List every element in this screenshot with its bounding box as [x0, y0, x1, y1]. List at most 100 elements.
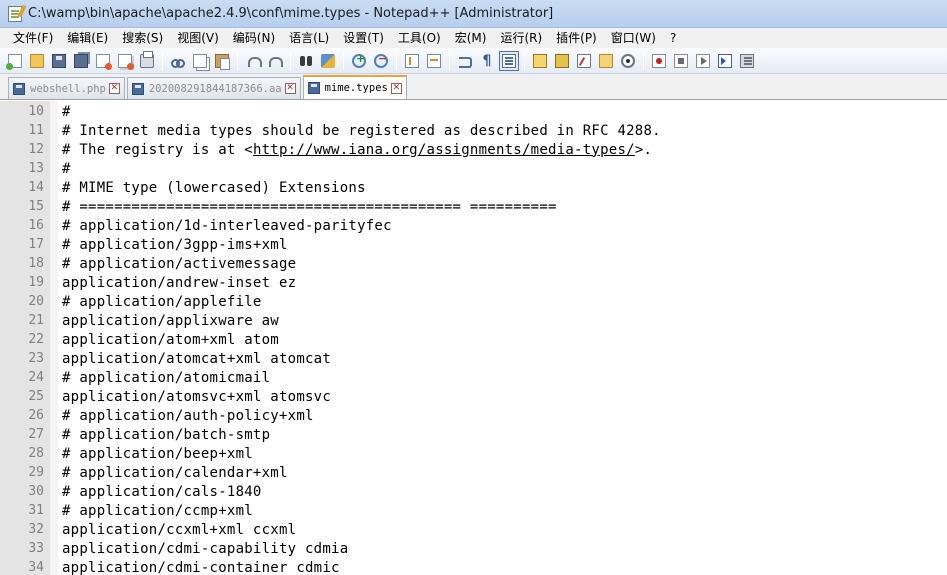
line-number: 21	[28, 313, 44, 328]
tab-aa-file[interactable]: 2020082918441873​66.aa ✕	[126, 77, 301, 99]
copy-button[interactable]	[190, 51, 210, 71]
user-defined-language-button[interactable]	[530, 51, 550, 71]
menu-help[interactable]: ?	[663, 28, 683, 48]
redo-button[interactable]	[265, 51, 285, 71]
editor-line[interactable]: 31 # application/ccmp+xml	[0, 501, 947, 520]
tab-mime-types[interactable]: mime.types ✕	[302, 75, 407, 99]
menu-edit[interactable]: 编辑(E)	[60, 28, 115, 48]
replace-icon	[321, 53, 335, 68]
editor-line[interactable]: 27 # application/batch-smtp	[0, 425, 947, 444]
close-tab-icon[interactable]: ✕	[284, 83, 296, 94]
folder-as-workspace-button[interactable]	[596, 51, 616, 71]
editor-line[interactable]: 17 # application/3gpp-ims+xml	[0, 235, 947, 254]
document-map-button[interactable]	[552, 51, 572, 71]
editor-line[interactable]: 21 application/applixware aw	[0, 311, 947, 330]
line-number: 16	[28, 218, 44, 233]
editor-line[interactable]: 24 # application/atomicmail	[0, 368, 947, 387]
editor-line[interactable]: 33 application/cdmi-capability cdmia	[0, 539, 947, 558]
editor-line[interactable]: 12 # The registry is at <http://www.iana.…	[0, 140, 947, 159]
run-macro-multiple-button[interactable]	[715, 51, 735, 71]
editor-line[interactable]: 32 application/ccxml+xml ccxml	[0, 520, 947, 539]
cut-button[interactable]	[168, 51, 188, 71]
save-all-button[interactable]	[71, 51, 91, 71]
monitoring-button[interactable]	[618, 51, 638, 71]
stop-record-button[interactable]	[671, 51, 691, 71]
folder-as-workspace-icon	[599, 53, 613, 68]
menu-plugins[interactable]: 插件(P)	[549, 28, 604, 48]
line-number: 24	[28, 370, 44, 385]
editor-line[interactable]: 28 # application/beep+xml	[0, 444, 947, 463]
menu-macro[interactable]: 宏(M)	[448, 28, 494, 48]
indent-guide-button[interactable]	[499, 50, 519, 71]
menu-language[interactable]: 语言(L)	[282, 28, 336, 48]
editor-line[interactable]: 20 # application/applefile	[0, 292, 947, 311]
line-number: 33	[28, 541, 44, 556]
editor-line[interactable]: 18 # application/activemessage	[0, 254, 947, 273]
save-button[interactable]	[49, 51, 69, 71]
editor-line[interactable]: 23 application/atomcat+xml atomcat	[0, 349, 947, 368]
editor-line[interactable]: 34 application/cdmi-container cdmic	[0, 558, 947, 575]
menu-view[interactable]: 视图(V)	[170, 28, 226, 48]
tab-label: mime.types	[324, 82, 388, 94]
paste-button[interactable]	[212, 51, 232, 71]
line-text: application/atomsvc+xml atomsvc	[62, 388, 332, 405]
record-macro-button[interactable]	[649, 51, 669, 71]
editor-pane[interactable]: 10 #11 # Internet media types should be re…	[0, 101, 947, 575]
menu-file[interactable]: 文件(F)	[6, 28, 60, 48]
undo-icon	[246, 54, 262, 68]
show-all-chars-button[interactable]: ¶	[477, 51, 497, 71]
print-button[interactable]	[137, 50, 157, 71]
notepad-plus-plus-icon	[8, 5, 22, 22]
toolbar: ¶	[0, 48, 947, 74]
editor-line[interactable]: 10 #	[0, 102, 947, 121]
zoom-out-button[interactable]	[371, 51, 391, 71]
close-button[interactable]	[93, 51, 113, 71]
find-button[interactable]	[296, 51, 316, 71]
sync-vertical-button[interactable]	[402, 51, 422, 71]
close-all-button[interactable]	[115, 51, 135, 71]
line-number: 31	[28, 503, 44, 518]
menu-search[interactable]: 搜索(S)	[115, 28, 170, 48]
replace-button[interactable]	[318, 51, 338, 71]
save-macro-button[interactable]	[737, 51, 757, 71]
editor-line[interactable]: 11 # Internet media types should be regis…	[0, 121, 947, 140]
editor-line[interactable]: 13 #	[0, 159, 947, 178]
close-tab-icon[interactable]: ✕	[390, 82, 402, 94]
menu-encoding[interactable]: 编码(N)	[226, 28, 282, 48]
zoom-out-icon	[374, 52, 388, 68]
editor-line[interactable]: 22 application/atom+xml atom	[0, 330, 947, 349]
undo-button[interactable]	[243, 51, 263, 71]
toolbar-separator	[524, 51, 525, 70]
close-tab-icon[interactable]: ✕	[108, 83, 120, 94]
menu-settings[interactable]: 设置(T)	[336, 28, 391, 48]
editor-line[interactable]: 30 # application/cals-1840	[0, 482, 947, 501]
sync-horizontal-button[interactable]	[424, 51, 444, 71]
tab-webshell[interactable]: webshell.php ✕	[8, 77, 125, 99]
editor-line[interactable]: 16 # application/1d-interleaved-parityfec	[0, 216, 947, 235]
line-text: # application/cals-1840	[62, 483, 262, 500]
editor-line[interactable]: 14 # MIME type (lowercased) Extensions	[0, 178, 947, 197]
editor-line[interactable]: 29 # application/calendar+xml	[0, 463, 947, 482]
function-list-button[interactable]	[574, 51, 594, 71]
editor-line[interactable]: 26 # application/auth-policy+xml	[0, 406, 947, 425]
zoom-in-button[interactable]	[349, 51, 369, 71]
menu-run[interactable]: 运行(R)	[493, 28, 549, 48]
menu-window[interactable]: 窗口(W)	[604, 28, 663, 48]
playback-button[interactable]	[693, 51, 713, 71]
word-wrap-button[interactable]	[455, 51, 475, 71]
menu-tools[interactable]: 工具(O)	[391, 28, 448, 48]
editor-line[interactable]: 25 application/atomsvc+xml atomsvc	[0, 387, 947, 406]
line-number: 32	[28, 522, 44, 537]
editor-line[interactable]: 15 # ====================================…	[0, 197, 947, 216]
line-text-segment: >.	[634, 141, 653, 158]
line-number: 28	[28, 446, 44, 461]
new-file-button[interactable]	[5, 51, 25, 71]
open-file-button[interactable]	[27, 51, 47, 71]
editor-line[interactable]: 19 application/andrew-inset ez	[0, 273, 947, 292]
cut-icon	[171, 54, 185, 68]
url-link[interactable]: http://www.iana.org/assignments/media-ty…	[253, 142, 635, 158]
title-bar: C:\wamp\bin\apache\apache2.4.9\conf\mime…	[0, 0, 947, 28]
saved-file-icon	[307, 82, 320, 94]
document-map-icon	[555, 53, 569, 68]
saved-file-icon	[131, 82, 144, 95]
